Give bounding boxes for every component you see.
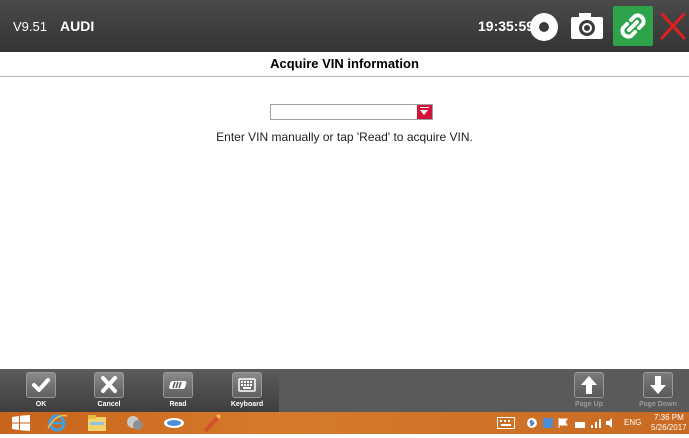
vehicle-brand: AUDI xyxy=(60,18,95,34)
clock: 19:35:59 xyxy=(478,18,535,34)
page-down-label: Page Down xyxy=(639,401,677,408)
arrow-down-icon xyxy=(643,372,673,398)
vin-read-icon xyxy=(163,372,193,398)
remote-tool-icon[interactable] xyxy=(124,413,146,433)
cancel-button[interactable]: Cancel xyxy=(87,372,131,412)
windows-start-icon[interactable] xyxy=(12,415,30,435)
taskbar-date[interactable]: 5/26/2017 xyxy=(651,423,687,432)
vci-app-icon[interactable] xyxy=(162,413,186,433)
read-label: Read xyxy=(169,401,187,408)
arrow-up-icon xyxy=(574,372,604,398)
bluetooth-icon[interactable] xyxy=(527,418,537,438)
input-language[interactable]: ENG xyxy=(624,418,641,427)
read-button[interactable]: Read xyxy=(156,372,200,412)
bottom-toolbar: OK Cancel Read Keyboard Page Up Page Dow… xyxy=(0,369,689,412)
file-explorer-icon[interactable] xyxy=(86,413,108,433)
keyboard-icon xyxy=(232,372,262,398)
flag-icon[interactable] xyxy=(558,418,568,438)
vin-dropdown[interactable] xyxy=(270,104,433,120)
toolbar-spacer xyxy=(279,369,689,412)
camera-icon[interactable] xyxy=(571,13,603,39)
keyboard-button[interactable]: Keyboard xyxy=(225,372,269,412)
touch-keyboard-icon[interactable] xyxy=(497,417,515,437)
vin-hint-text: Enter VIN manually or tap 'Read' to acqu… xyxy=(216,130,473,144)
taskbar-time[interactable]: 7:36 PM xyxy=(654,413,684,422)
keyboard-label: Keyboard xyxy=(230,401,264,408)
link-icon[interactable] xyxy=(613,6,653,46)
app-version: V9.51 xyxy=(13,19,47,34)
cross-icon xyxy=(94,372,124,398)
title-bar: V9.51 AUDI 19:35:59 xyxy=(0,0,689,52)
os-taskbar: ENG 7:36 PM 5/26/2017 xyxy=(0,412,689,434)
ok-button[interactable]: OK xyxy=(19,372,63,412)
page-down-button[interactable]: Page Down xyxy=(636,372,680,412)
signal-icon[interactable] xyxy=(590,418,602,438)
close-icon[interactable] xyxy=(655,6,689,46)
chevron-down-icon[interactable] xyxy=(417,105,432,119)
page-title: Acquire VIN information xyxy=(0,52,689,77)
page-up-button[interactable]: Page Up xyxy=(567,372,611,412)
checkmark-icon xyxy=(26,372,56,398)
ok-label: OK xyxy=(35,401,47,408)
security-icon[interactable] xyxy=(543,418,553,438)
network-icon[interactable] xyxy=(574,418,586,438)
internet-explorer-icon[interactable] xyxy=(46,413,68,433)
cancel-label: Cancel xyxy=(97,401,121,408)
record-icon[interactable] xyxy=(530,13,558,41)
paint-app-icon[interactable] xyxy=(200,413,222,433)
page-up-label: Page Up xyxy=(574,401,603,408)
volume-icon[interactable] xyxy=(605,418,617,438)
